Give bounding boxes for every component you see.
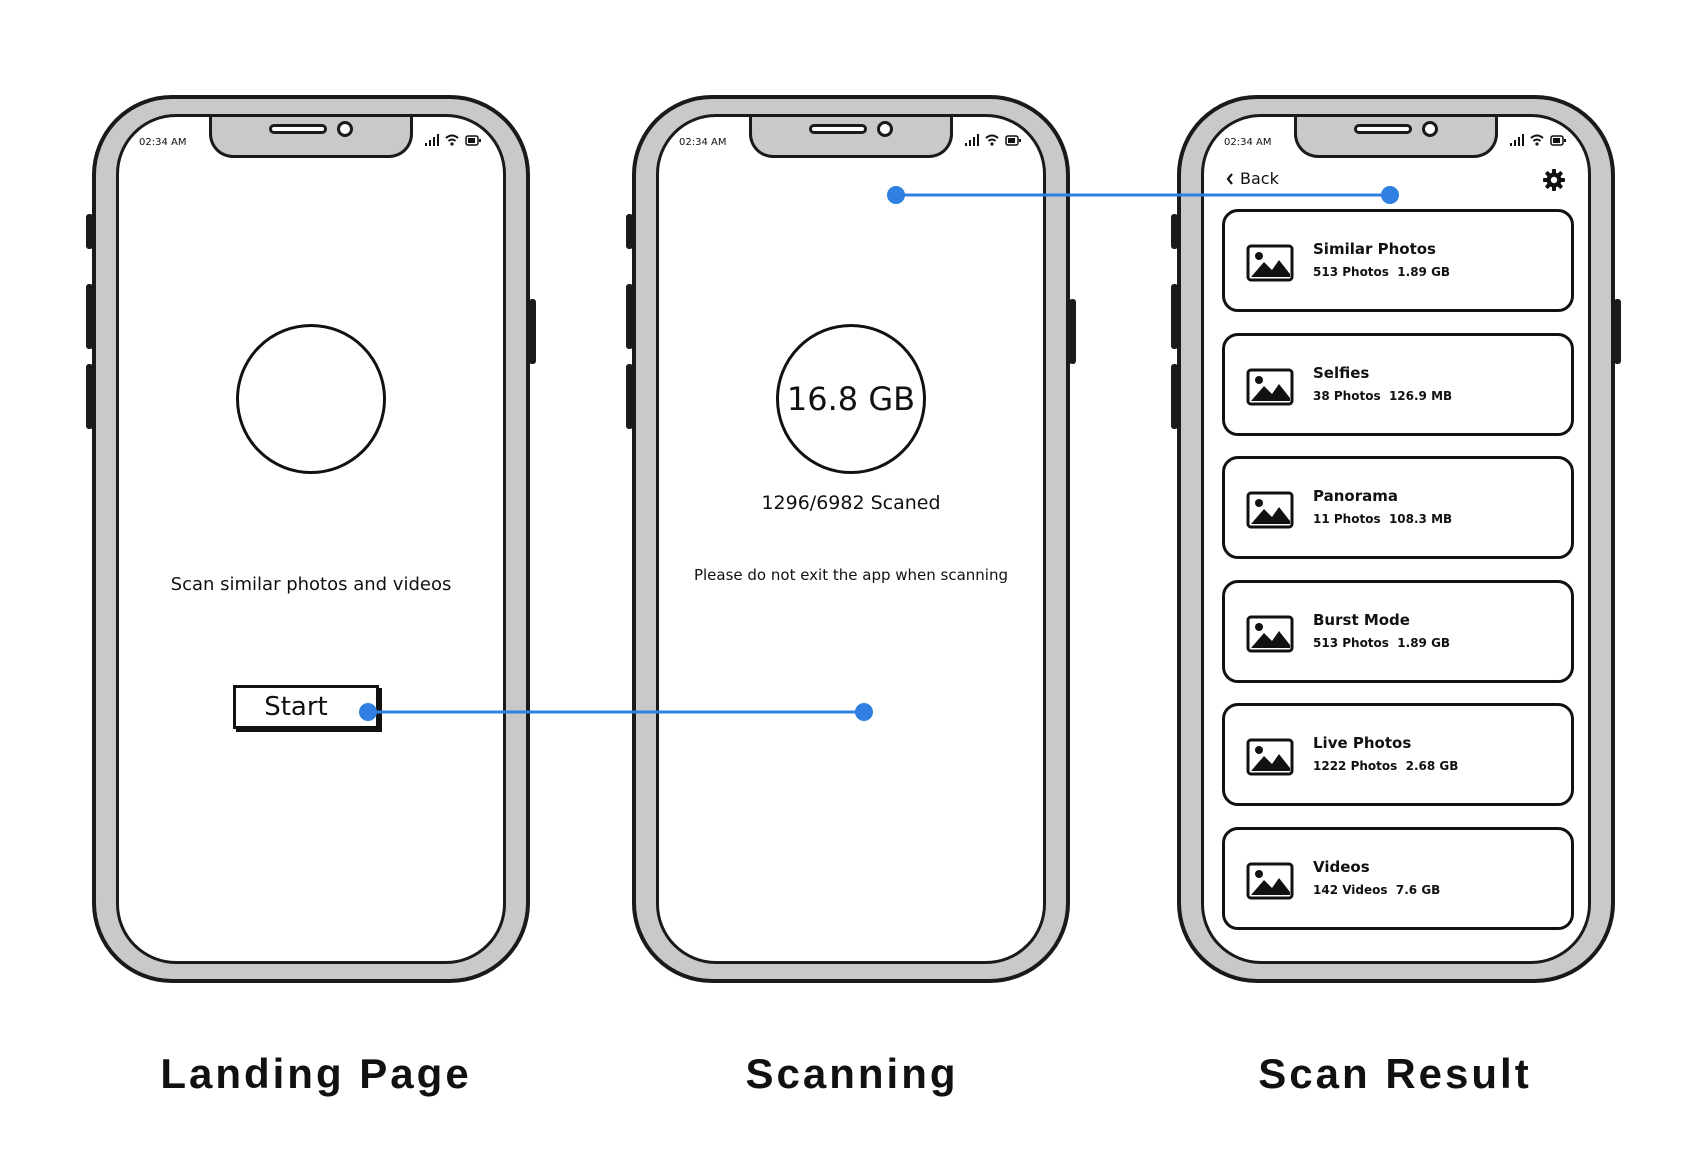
- category-card[interactable]: Selfies 38 Photos 126.9 MB: [1222, 332, 1574, 436]
- wifi-icon: [445, 134, 459, 146]
- category-name: Panorama: [1313, 487, 1398, 505]
- gear-icon[interactable]: [1542, 168, 1566, 192]
- scan-size-circle: 16.8 GB: [776, 324, 926, 474]
- category-size: 126.9 MB: [1388, 388, 1453, 403]
- category-name: Videos: [1313, 857, 1370, 876]
- category-count: 142 Videos: [1313, 882, 1388, 897]
- caption-scanning: Scanning: [745, 1050, 959, 1097]
- category-count: 1222 Photos: [1313, 759, 1398, 773]
- wifi-icon: [985, 134, 999, 146]
- notch: [1294, 117, 1498, 158]
- category-meta: 11 Photos 108.3 MB: [1313, 512, 1452, 526]
- scan-progress: 1296/6982 Scaned: [761, 492, 941, 514]
- scanned-size: 16.8 GB: [786, 380, 916, 418]
- category-name: Burst Mode: [1313, 610, 1410, 629]
- status-icons: [1510, 134, 1566, 146]
- category-name: Live Photos: [1313, 734, 1412, 752]
- image-icon: [1246, 244, 1294, 282]
- image-icon: [1246, 862, 1294, 899]
- category-size: 1.89 GB: [1397, 265, 1451, 279]
- scan-circle: [236, 324, 386, 474]
- battery-icon: [465, 135, 481, 146]
- category-card[interactable]: Panorama 11 Photos 108.3 MB: [1222, 456, 1574, 559]
- status-time: 02:34 AM: [1224, 137, 1272, 148]
- battery-icon: [1550, 135, 1566, 146]
- start-button[interactable]: Start: [233, 685, 379, 729]
- category-count: 513 Photos: [1313, 265, 1389, 279]
- landing-screen: 02:34 AM Scan similar photos and videos …: [116, 114, 506, 964]
- signal-icon: [425, 134, 439, 146]
- image-icon: [1246, 615, 1294, 652]
- category-size: 7.6 GB: [1395, 882, 1441, 897]
- phone-result: 02:34 AM Back Similar Photos 513 Photos 1…: [1171, 95, 1621, 983]
- result-screen: 02:34 AM Back Similar Photos 513 Photos 1…: [1201, 114, 1591, 964]
- category-card[interactable]: Live Photos 1222 Photos 2.68 GB: [1222, 703, 1574, 806]
- category-meta: 1222 Photos 2.68 GB: [1313, 759, 1458, 773]
- category-size: 1.89 GB: [1397, 635, 1451, 650]
- status-icons: [965, 134, 1021, 146]
- landing-message: Scan similar photos and videos: [170, 574, 452, 595]
- category-count: 513 Photos: [1313, 635, 1389, 650]
- category-card[interactable]: Similar Photos 513 Photos 1.89 GB: [1222, 209, 1574, 312]
- category-count: 11 Photos: [1313, 512, 1381, 526]
- category-name: Selfies: [1313, 363, 1370, 382]
- category-card[interactable]: Burst Mode 513 Photos 1.89 GB: [1222, 579, 1574, 683]
- category-size: 108.3 MB: [1388, 512, 1453, 526]
- category-size: 2.68 GB: [1405, 759, 1459, 773]
- status-icons: [425, 134, 481, 146]
- signal-icon: [1510, 134, 1524, 146]
- scan-warning: Please do not exit the app when scanning: [693, 566, 1009, 584]
- back-button[interactable]: Back: [1226, 169, 1279, 188]
- category-meta: 513 Photos 1.89 GB: [1313, 636, 1450, 650]
- status-time: 02:34 AM: [139, 137, 187, 148]
- phone-scanning: 02:34 AM 16.8 GB 1296/6982 Scaned Please…: [626, 95, 1076, 983]
- category-name: Similar Photos: [1313, 240, 1436, 258]
- back-label: Back: [1240, 169, 1279, 188]
- battery-icon: [1005, 135, 1021, 146]
- category-meta: 38 Photos 126.9 MB: [1313, 389, 1452, 403]
- chevron-left-icon: [1226, 172, 1233, 185]
- notch: [209, 117, 413, 158]
- category-count: 38 Photos: [1313, 388, 1381, 403]
- signal-icon: [965, 134, 979, 146]
- phone-landing: 02:34 AM Scan similar photos and videos …: [86, 95, 536, 983]
- notch: [749, 117, 953, 158]
- image-icon: [1246, 738, 1294, 776]
- category-meta: 142 Videos 7.6 GB: [1313, 883, 1440, 897]
- image-icon: [1246, 368, 1294, 405]
- scanning-screen: 02:34 AM 16.8 GB 1296/6982 Scaned Please…: [656, 114, 1046, 964]
- category-meta: 513 Photos 1.89 GB: [1313, 265, 1450, 279]
- caption-landing: Landing Page: [160, 1050, 472, 1097]
- status-time: 02:34 AM: [679, 137, 727, 148]
- image-icon: [1246, 491, 1294, 529]
- caption-result: Scan Result: [1258, 1050, 1532, 1097]
- category-card[interactable]: Videos 142 Videos 7.6 GB: [1222, 826, 1574, 930]
- wifi-icon: [1530, 134, 1544, 146]
